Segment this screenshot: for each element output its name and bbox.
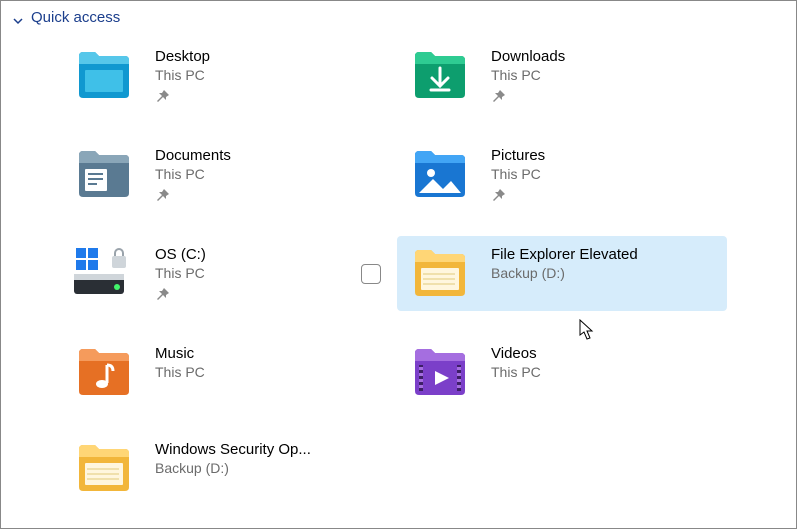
documents-icon — [71, 145, 137, 201]
quick-access-item[interactable]: Windows Security Op... Backup (D:) — [61, 431, 391, 503]
item-location: This PC — [155, 265, 206, 281]
item-name: Windows Security Op... — [155, 441, 311, 458]
item-location: This PC — [491, 67, 565, 83]
item-location: This PC — [155, 166, 231, 182]
item-text: Documents This PC — [155, 145, 231, 204]
videos-icon — [407, 343, 473, 399]
quick-access-item[interactable]: Pictures This PC — [397, 137, 727, 212]
item-name: OS (C:) — [155, 246, 206, 263]
quick-access-item[interactable]: Videos This PC — [397, 335, 727, 407]
item-text: Videos This PC — [491, 343, 541, 380]
quick-access-item[interactable]: Desktop This PC — [61, 38, 391, 113]
item-name: Pictures — [491, 147, 545, 164]
item-location: This PC — [491, 364, 541, 380]
item-name: Documents — [155, 147, 231, 164]
section-header[interactable]: Quick access — [1, 1, 796, 32]
item-text: Windows Security Op... Backup (D:) — [155, 439, 311, 476]
pin-icon — [155, 188, 171, 204]
item-text: Music This PC — [155, 343, 205, 380]
item-location: This PC — [491, 166, 545, 182]
chevron-down-icon — [13, 13, 23, 23]
os-drive-icon — [71, 244, 137, 300]
item-text: OS (C:) This PC — [155, 244, 206, 303]
cursor-icon — [579, 319, 595, 341]
pin-icon — [155, 287, 171, 303]
item-name: Desktop — [155, 48, 210, 65]
pin-icon — [491, 89, 507, 105]
pictures-icon — [407, 145, 473, 201]
pin-icon — [491, 188, 507, 204]
quick-access-item[interactable]: Downloads This PC — [397, 38, 727, 113]
quick-access-item[interactable]: File Explorer Elevated Backup (D:) — [397, 236, 727, 311]
item-name: File Explorer Elevated — [491, 246, 638, 263]
quick-access-grid: Desktop This PC Downloads This PC — [1, 32, 796, 503]
item-location: This PC — [155, 67, 210, 83]
downloads-icon — [407, 46, 473, 102]
quick-access-item[interactable]: Documents This PC — [61, 137, 391, 212]
quick-access-item[interactable]: Music This PC — [61, 335, 391, 407]
folder-icon — [71, 439, 137, 495]
item-location: This PC — [155, 364, 205, 380]
desktop-icon — [71, 46, 137, 102]
item-name: Music — [155, 345, 205, 362]
item-name: Downloads — [491, 48, 565, 65]
item-location: Backup (D:) — [491, 265, 638, 281]
pin-icon — [155, 89, 171, 105]
item-text: Downloads This PC — [491, 46, 565, 105]
item-text: Pictures This PC — [491, 145, 545, 204]
folder-icon — [407, 244, 473, 300]
item-text: File Explorer Elevated Backup (D:) — [491, 244, 638, 281]
quick-access-item[interactable]: OS (C:) This PC — [61, 236, 391, 311]
item-location: Backup (D:) — [155, 460, 311, 476]
item-name: Videos — [491, 345, 541, 362]
selection-checkbox[interactable] — [361, 264, 381, 284]
music-icon — [71, 343, 137, 399]
item-text: Desktop This PC — [155, 46, 210, 105]
section-title: Quick access — [31, 9, 120, 26]
